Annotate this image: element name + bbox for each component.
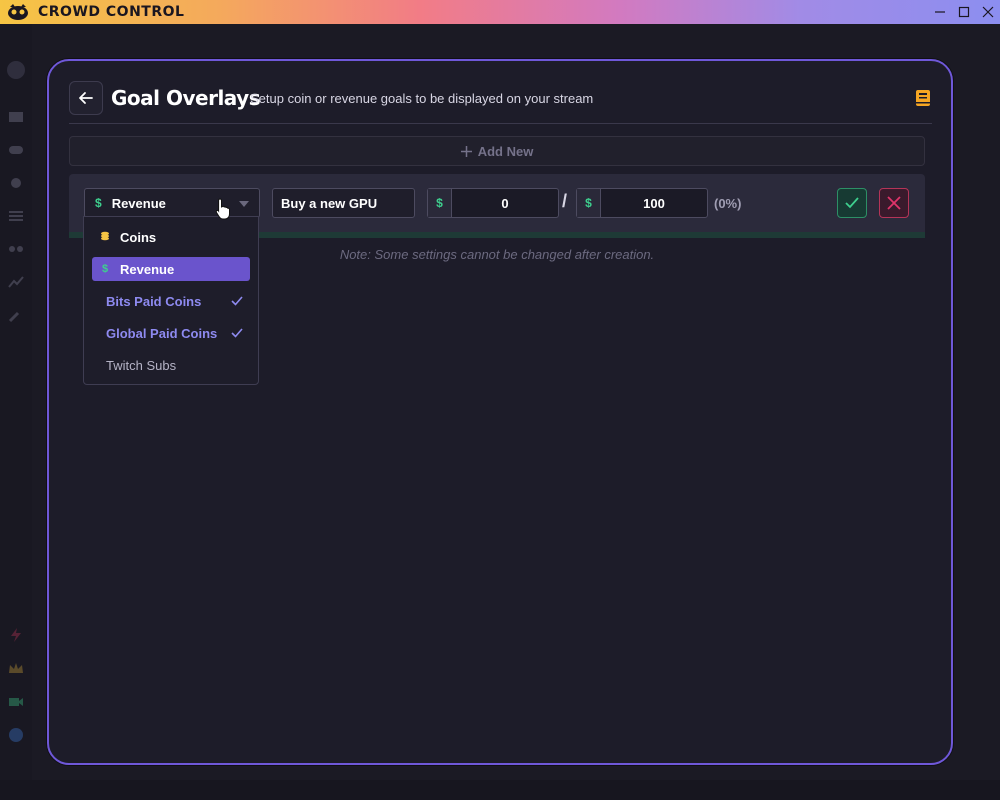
- target-amount-field[interactable]: $ 100: [576, 188, 708, 218]
- title-bar: CROWD CONTROL: [0, 0, 1000, 24]
- avatar-icon: [7, 61, 25, 79]
- gamepad-icon: [9, 146, 23, 154]
- plus-icon: [460, 145, 472, 157]
- dropdown-item-bits-paid-coins[interactable]: Bits Paid Coins: [92, 289, 250, 313]
- goal-type-select[interactable]: $ Revenue: [84, 188, 260, 218]
- current-amount-value: 0: [501, 195, 509, 211]
- current-amount-field[interactable]: $ 0: [427, 188, 559, 218]
- check-icon: [231, 328, 243, 338]
- dollar-icon: $: [101, 263, 109, 275]
- check-icon: [845, 197, 859, 209]
- background-sidebar: [0, 24, 32, 800]
- dropdown-item-global-paid-coins[interactable]: Global Paid Coins: [92, 321, 250, 345]
- list-icon: [9, 211, 23, 221]
- close-button[interactable]: [976, 0, 1000, 24]
- help-icon: [9, 728, 23, 742]
- dollar-icon: $: [577, 189, 601, 217]
- background-footer: [0, 780, 1000, 800]
- add-new-label: Add New: [477, 143, 534, 159]
- header-divider: [69, 123, 932, 124]
- arrow-left-icon: [79, 92, 93, 104]
- add-new-button[interactable]: Add New: [69, 136, 925, 166]
- dropdown-item-label: Global Paid Coins: [106, 325, 218, 341]
- crown-icon: [9, 663, 23, 673]
- goal-overlays-modal: Goal Overlays Setup coin or revenue goal…: [47, 59, 953, 765]
- dropdown-item-label: Revenue: [120, 261, 175, 277]
- check-icon: [231, 296, 243, 306]
- monitor-icon: [9, 112, 23, 122]
- goal-type-value: Revenue: [111, 195, 166, 211]
- dollar-icon: $: [428, 189, 452, 217]
- close-icon: [982, 6, 994, 18]
- page-title: Goal Overlays: [111, 86, 261, 110]
- crowd-control-logo-icon: [7, 3, 29, 21]
- dropdown-item-coins[interactable]: Coins: [92, 225, 250, 249]
- trend-icon: [8, 276, 24, 288]
- dropdown-item-twitch-subs[interactable]: Twitch Subs: [92, 353, 250, 377]
- window-controls: [928, 0, 1000, 24]
- dropdown-item-label: Bits Paid Coins: [106, 293, 202, 309]
- target-amount-value: 100: [643, 195, 665, 211]
- minimize-button[interactable]: [928, 0, 952, 24]
- dropdown-item-label: Coins: [120, 229, 157, 245]
- page-subtitle: Setup coin or revenue goals to be displa…: [250, 91, 594, 106]
- coins-icon: [98, 231, 112, 244]
- book-icon[interactable]: [915, 89, 931, 107]
- amount-separator: /: [562, 191, 568, 211]
- chevron-down-icon: [239, 201, 249, 207]
- camera-icon: [9, 698, 23, 706]
- lightning-icon: [11, 628, 21, 642]
- minimize-icon: [935, 11, 945, 13]
- back-button[interactable]: [69, 81, 103, 115]
- app-title: CROWD CONTROL: [38, 4, 185, 20]
- hand-cursor-icon: [215, 198, 230, 220]
- close-icon: [887, 196, 901, 210]
- bug-icon: [11, 178, 21, 188]
- wrench-icon: [8, 311, 20, 323]
- progress-percent: (0%): [714, 196, 742, 211]
- dropdown-item-label: Twitch Subs: [106, 357, 177, 373]
- network-icon: [9, 246, 23, 252]
- cancel-button[interactable]: [879, 188, 909, 218]
- dropdown-item-revenue[interactable]: $ Revenue: [92, 257, 250, 281]
- maximize-icon: [958, 6, 970, 18]
- dollar-icon: $: [95, 196, 102, 210]
- goal-type-dropdown: Coins $ Revenue Bits Paid Coins Global P…: [83, 216, 259, 385]
- confirm-button[interactable]: [837, 188, 867, 218]
- maximize-button[interactable]: [952, 0, 976, 24]
- goal-name-input[interactable]: Buy a new GPU: [272, 188, 415, 218]
